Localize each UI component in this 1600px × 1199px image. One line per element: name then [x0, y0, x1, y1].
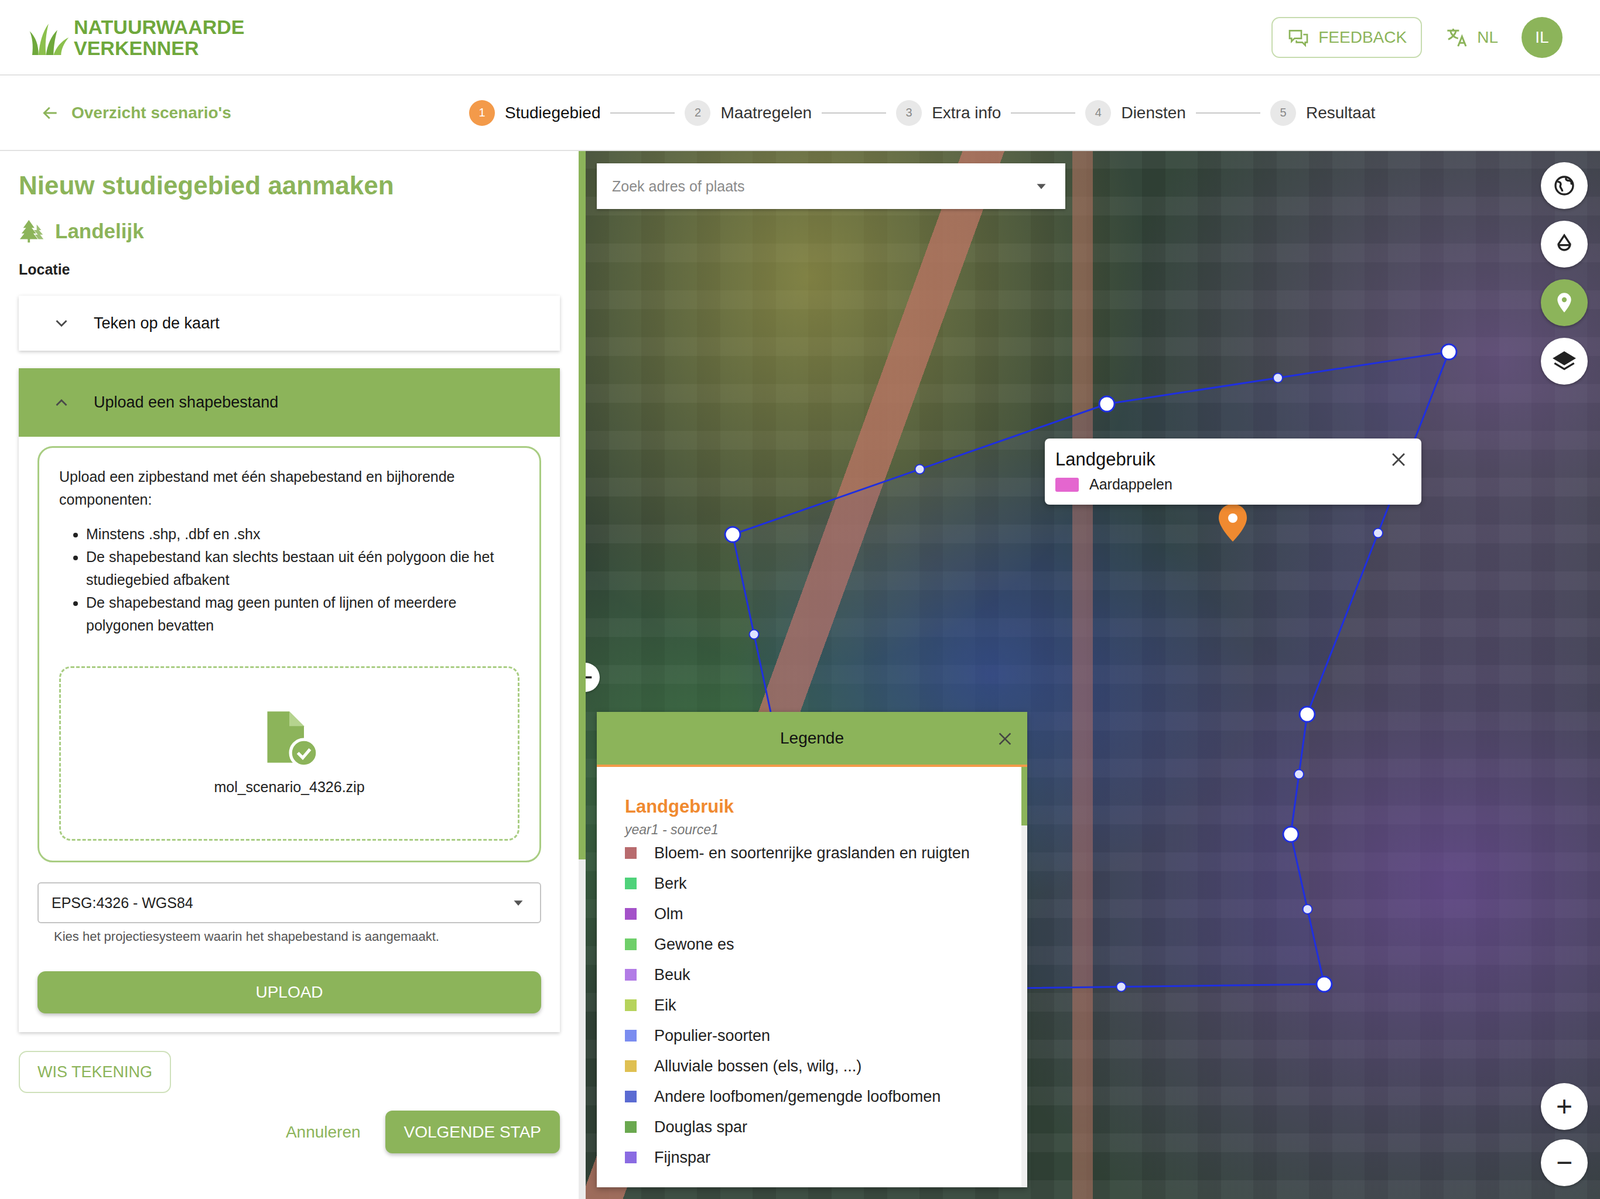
step[interactable]: 3 Extra info: [896, 100, 1001, 126]
map-control-button[interactable]: [1540, 220, 1588, 268]
file-dropzone[interactable]: mol_scenario_4326.zip: [59, 666, 520, 841]
legend-panel: Legende Landgebruik year1 - source1 Bloe…: [596, 712, 1028, 1188]
accordion-section: Teken op de kaart: [18, 295, 560, 351]
accordion-section: Upload een shapebestand Upload een zipbe…: [18, 368, 560, 1033]
legend-item: Olm: [624, 898, 1004, 930]
upload-button[interactable]: UPLOAD: [37, 971, 542, 1014]
legend-item: Eik: [624, 990, 1004, 1021]
legend-item: Fijnspar: [624, 1142, 1004, 1174]
legend-item: Populier-soorten: [624, 1020, 1004, 1052]
rule-item: De shapebestand kan slechts bestaan uit …: [86, 545, 520, 592]
step-number: 4: [1085, 100, 1111, 126]
step-number: 3: [896, 100, 922, 126]
panel-title: Nieuw studiegebied aanmaken: [18, 171, 560, 201]
step[interactable]: 5 Resultaat: [1270, 100, 1376, 126]
map-control-button[interactable]: [1540, 337, 1588, 385]
logo-line: NATUURWAARDE: [73, 16, 245, 38]
step-number: 2: [684, 100, 711, 126]
legend-item: Douglas spar: [624, 1112, 1004, 1143]
chevron-down-icon: [51, 313, 72, 334]
zoom-in-button[interactable]: +: [1540, 1083, 1588, 1131]
map-control-button[interactable]: [1540, 162, 1588, 210]
accordion-header[interactable]: Teken op de kaart: [18, 295, 560, 351]
step[interactable]: 1 Studiegebied: [469, 100, 601, 126]
caret-down-icon: [1032, 177, 1051, 196]
arrow-left-icon: [40, 103, 60, 123]
projection-help: Kies het projectiesysteem waarin het sha…: [53, 929, 542, 945]
feature-popup: Landgebruik Aardappelen: [1044, 438, 1422, 505]
legend-item: Andere loofbomen/gemengde loofbomen: [624, 1081, 1004, 1113]
upload-instructions: Upload een zipbestand met één shapebesta…: [37, 446, 542, 863]
step-number: 1: [469, 100, 495, 126]
rule-item: Minstens .shp, .dbf en .shx: [86, 522, 520, 546]
translate-icon: [1445, 25, 1469, 50]
close-icon[interactable]: [995, 729, 1015, 749]
water-icon: [1552, 232, 1576, 256]
zoom-out-button[interactable]: −: [1540, 1139, 1588, 1187]
map[interactable]: Zoek adres of plaats + − Landgebruik Aar…: [585, 151, 1600, 1199]
legend-subtitle: year1 - source1: [624, 822, 1004, 839]
popup-value: Aardappelen: [1055, 476, 1409, 494]
panel-scrollbar[interactable]: [578, 151, 586, 1199]
accordion-header[interactable]: Upload een shapebestand: [18, 368, 560, 437]
map-control-button[interactable]: [1540, 279, 1588, 327]
address-search[interactable]: Zoek adres of plaats: [596, 163, 1066, 210]
cancel-button[interactable]: Annuleren: [282, 1122, 365, 1143]
step-connector: [1195, 112, 1261, 114]
layers-icon: [1552, 349, 1576, 374]
caret-down-icon: [509, 894, 528, 912]
location-pin-icon[interactable]: [1218, 504, 1247, 542]
trees-icon: [18, 217, 46, 245]
clear-drawing-button[interactable]: WIS TEKENING: [18, 1051, 172, 1094]
step-connector: [821, 112, 887, 114]
chat-icon: [1286, 25, 1311, 50]
globe-icon: [1552, 173, 1576, 198]
step-number: 5: [1270, 100, 1297, 126]
stepper-bar: Overzicht scenario's 1 Studiegebied 2 Ma…: [0, 75, 1600, 152]
file-check-icon: [260, 709, 319, 768]
side-panel: Nieuw studiegebied aanmaken Landelijk Lo…: [0, 151, 579, 1199]
feedback-button[interactable]: FEEDBACK: [1271, 16, 1422, 58]
arrow-left-icon: [585, 667, 596, 688]
area-type: Landelijk: [18, 217, 560, 245]
rule-item: De shapebestand mag geen punten of lijne…: [86, 591, 520, 638]
legend-item: Bloem- en soortenrijke graslanden en rui…: [624, 838, 1004, 869]
logo-line: VERKENNER: [73, 37, 245, 59]
language-selector[interactable]: NL: [1445, 25, 1499, 50]
close-icon[interactable]: [1388, 449, 1409, 470]
grass-logo-icon: [29, 19, 71, 56]
legend-item: Beuk: [624, 959, 1004, 991]
app: NATUURWAARDE VERKENNER FEEDBACK NL IL Ov…: [0, 0, 1600, 1199]
legend-item: Gewone es: [624, 929, 1004, 960]
step[interactable]: 2 Maatregelen: [684, 100, 812, 126]
logo[interactable]: NATUURWAARDE VERKENNER: [29, 16, 245, 59]
back-link[interactable]: Overzicht scenario's: [40, 103, 470, 123]
step[interactable]: 4 Diensten: [1085, 100, 1186, 126]
collapse-panel-button[interactable]: [585, 662, 600, 693]
location-label: Locatie: [18, 261, 560, 279]
legend-layer-title: Landgebruik: [624, 796, 1004, 818]
next-step-button[interactable]: VOLGENDE STAP: [385, 1110, 560, 1154]
pin-icon: [1552, 291, 1576, 315]
legend-item: Berk: [624, 868, 1004, 899]
projection-select[interactable]: EPSG:4326 - WGS84: [37, 882, 542, 924]
step-connector: [610, 112, 675, 114]
top-bar: NATUURWAARDE VERKENNER FEEDBACK NL IL: [0, 0, 1600, 76]
chevron-up-icon: [51, 392, 72, 413]
step-connector: [1010, 112, 1076, 114]
user-avatar[interactable]: IL: [1521, 16, 1563, 58]
legend-item: Alluviale bossen (els, wilg, ...): [624, 1051, 1004, 1082]
